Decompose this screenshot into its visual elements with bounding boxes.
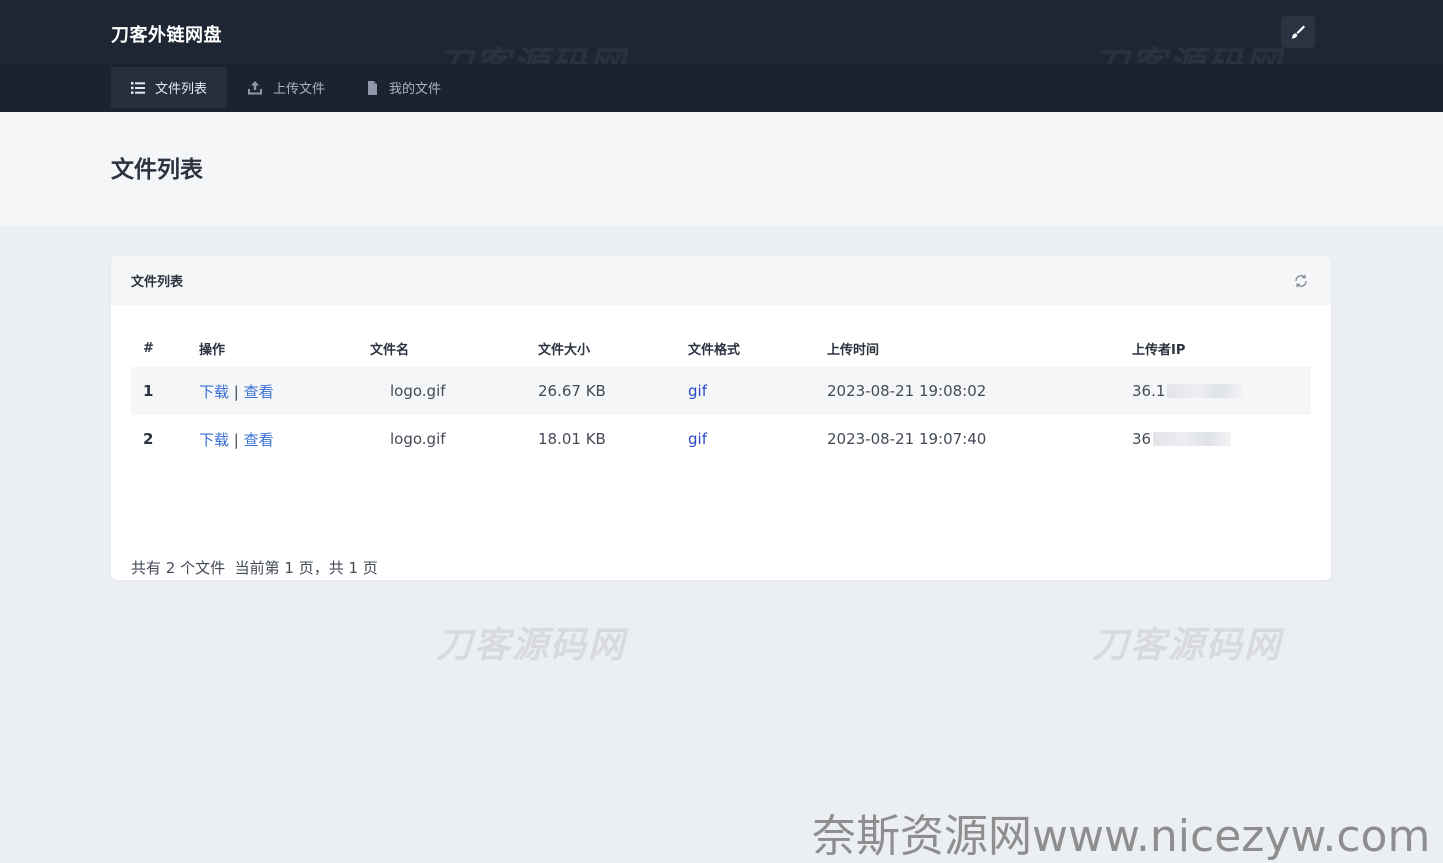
column-header-index: # [143,340,154,356]
row-index: 2 [143,430,154,448]
table-header-row: # 操作 文件名 文件大小 文件格式 上传时间 上传者IP [131,329,1311,367]
file-list-card: 文件列表 # 操作 文件名 文件大小 文件格式 上传时间 上传者IP 1 下载 … [111,256,1331,580]
nav-item-my-files[interactable]: 我的文件 [345,67,461,108]
row-index: 1 [131,367,187,415]
ip-blur-mask [1153,432,1232,446]
row-uploader-ip: 36 [1120,415,1311,463]
app-brand[interactable]: 刀客外链网盘 [111,21,222,47]
file-table: # 操作 文件名 文件大小 文件格式 上传时间 上传者IP 1 下载 | 查看 [131,329,1311,463]
file-count-summary: 共有 2 个文件 当前第 1 页，共 1 页 [131,559,378,577]
column-header-size: 文件大小 [538,342,591,358]
upload-icon [248,80,263,94]
row-format: gif [676,367,815,415]
row-actions: 下载 | 查看 [187,367,358,415]
row-filename: logo.gif [358,415,526,463]
nav-item-label: 上传文件 [273,82,326,97]
row-size: 18.01 KB [538,430,606,448]
download-link[interactable]: 下载 [199,383,229,401]
ip-blur-mask [1167,384,1244,398]
card-header: 文件列表 [111,256,1331,305]
table-row: 2 下载 | 查看 logo.gif 18.01 KB gif 2023-08-… [131,415,1311,463]
row-actions: 下载 | 查看 [187,415,358,463]
watermark: 刀客源码网 [1092,625,1283,666]
row-filename: logo.gif [358,367,526,415]
pagination: 1 [631,579,831,580]
column-header-format: 文件格式 [688,342,741,358]
row-upload-time: 2023-08-21 19:07:40 [827,430,987,448]
nav-item-file-list[interactable]: 文件列表 [111,67,228,108]
nav-bar: 文件列表 上传文件 我的文件 [0,64,1443,112]
filename-text: logo.gif [390,382,446,400]
brush-icon [1291,25,1305,39]
first-page-button[interactable] [635,579,667,580]
view-link[interactable]: 查看 [244,383,274,401]
refresh-icon[interactable] [1293,273,1309,289]
column-header-actions: 操作 [199,342,226,358]
row-format: gif [688,430,707,448]
last-page-button[interactable] [795,579,827,580]
nav-item-upload[interactable]: 上传文件 [227,67,345,108]
top-bar: 刀客外链网盘 刀客源码网 刀客源码网 [0,0,1443,86]
table-row: 1 下载 | 查看 logo.gif 26.67 KB gif 2023-08-… [131,367,1311,415]
file-icon [368,80,378,95]
row-size: 26.67 KB [526,367,676,415]
ip-text: 36 [1132,430,1152,448]
list-icon [131,81,145,94]
nav-item-label: 我的文件 [389,82,442,97]
next-page-button[interactable] [755,579,787,580]
column-header-uploader-ip: 上传者IP [1132,342,1186,358]
column-header-upload-time: 上传时间 [827,342,880,358]
row-uploader-ip: 36.1 [1120,367,1311,415]
page-number-button[interactable]: 1 [715,579,747,580]
download-link[interactable]: 下载 [199,431,229,449]
ip-text: 36.1 [1132,382,1166,400]
action-separator: | [233,430,239,449]
filename-text: logo.gif [390,430,446,448]
prev-page-button[interactable] [675,579,707,580]
card-title: 文件列表 [131,275,184,290]
theme-toggle-button[interactable] [1281,16,1315,48]
view-link[interactable]: 查看 [244,431,274,449]
watermark: 刀客源码网 [436,625,627,666]
row-upload-time: 2023-08-21 19:08:02 [815,367,1120,415]
page-title: 文件列表 [111,157,203,183]
nav-item-label: 文件列表 [155,82,208,97]
card-body: # 操作 文件名 文件大小 文件格式 上传时间 上传者IP 1 下载 | 查看 [111,329,1331,577]
footer-watermark: 奈斯资源网www.nicezyw.com [812,811,1431,862]
action-separator: | [233,382,239,401]
column-header-filename: 文件名 [370,342,410,358]
page-header: 文件列表 [0,112,1443,226]
